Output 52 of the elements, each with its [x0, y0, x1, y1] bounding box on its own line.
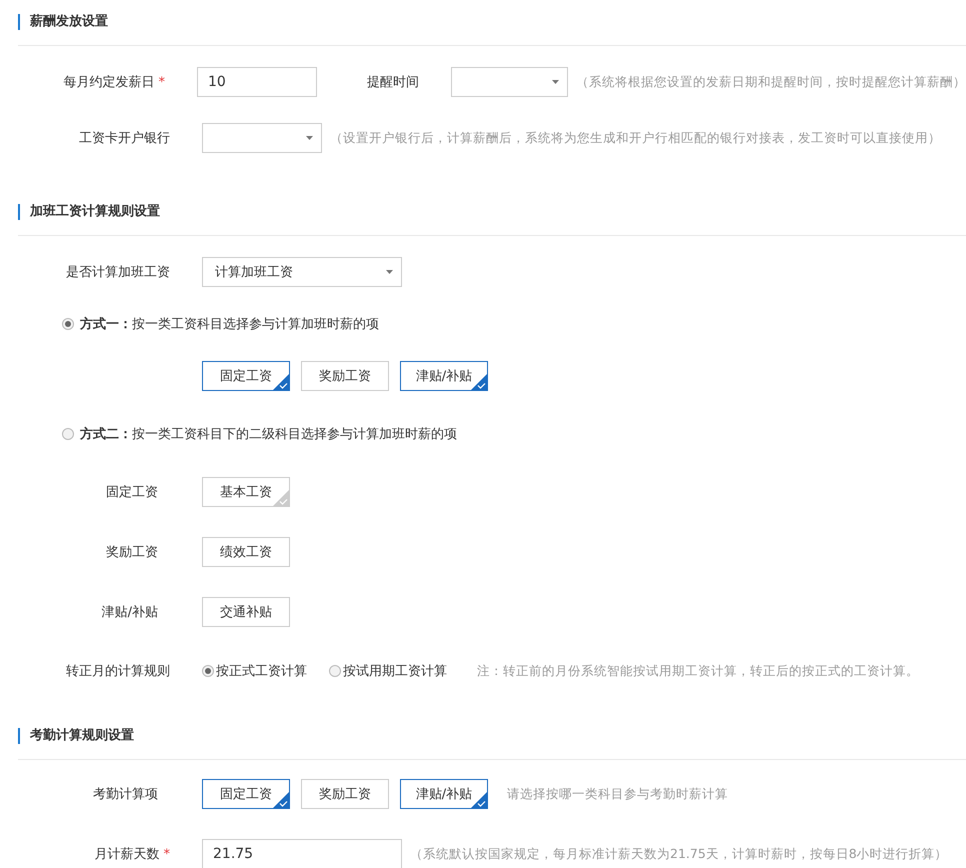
- hint-text: （系统将根据您设置的发薪日期和提醒时间，按时提醒您计算薪酬）: [576, 74, 966, 90]
- radio-label: 按试用期工资计算: [343, 663, 447, 680]
- required-mark: *: [164, 847, 170, 862]
- field-label: 月计薪天数: [94, 847, 160, 862]
- radio-label: 方式一：按一类工资科目选择参与计算加班时薪的项: [80, 316, 379, 333]
- option-tag[interactable]: 交通补贴: [202, 597, 290, 627]
- overtime-select[interactable]: 计算加班工资: [202, 257, 402, 287]
- field-label: 奖励工资: [106, 545, 158, 560]
- option-tag[interactable]: 固定工资: [202, 361, 290, 391]
- remind-time-select[interactable]: [450, 67, 568, 97]
- option-tag[interactable]: 奖励工资: [301, 361, 389, 391]
- field-label: 提醒时间: [366, 75, 419, 90]
- radio-option[interactable]: 按试用期工资计算: [329, 662, 447, 680]
- caret-icon: [306, 136, 313, 140]
- note-text: 注：转正前的月份系统智能按试用期工资计算，转正后的按正式的工资计算。: [477, 662, 919, 680]
- caret-icon: [552, 80, 559, 84]
- checkmark-icon: [273, 490, 289, 506]
- field-label: 转正月的计算规则: [66, 664, 170, 679]
- pay-days-input[interactable]: 21.75: [202, 839, 402, 868]
- hint-text: 请选择按哪一类科目参与考勤时薪计算: [507, 786, 728, 802]
- option-tag[interactable]: 津贴/补贴: [400, 779, 488, 809]
- field-label: 津贴/补贴: [102, 605, 158, 620]
- caret-icon: [386, 270, 393, 274]
- section-title: 薪酬发放设置: [18, 14, 108, 30]
- checkmark-icon: [471, 374, 487, 390]
- radio-button[interactable]: [62, 428, 74, 440]
- radio-button[interactable]: [329, 665, 341, 677]
- checkmark-icon: [273, 792, 289, 808]
- field-label: 工资卡开户银行: [79, 131, 170, 146]
- bank-select[interactable]: [202, 123, 322, 153]
- radio-button[interactable]: [202, 665, 214, 677]
- radio-option[interactable]: 按正式工资计算: [202, 662, 307, 680]
- field-label: 每月约定发薪日: [63, 75, 154, 90]
- field-label: 考勤计算项: [93, 787, 158, 802]
- checkmark-icon: [471, 792, 487, 808]
- option-tag[interactable]: 固定工资: [202, 779, 290, 809]
- section-title: 加班工资计算规则设置: [18, 204, 160, 220]
- radio-button[interactable]: [62, 318, 74, 330]
- checkmark-icon: [273, 374, 289, 390]
- required-mark: *: [158, 75, 165, 90]
- field-label: 固定工资: [106, 485, 158, 500]
- option-tag[interactable]: 绩效工资: [202, 537, 290, 567]
- hint-text: （设置开户银行后，计算薪酬后，系统将为您生成和开户行相匹配的银行对接表，发工资时可以直接使用）: [330, 130, 941, 146]
- field-label: 是否计算加班工资: [66, 265, 170, 280]
- radio-label: 方式二：按一类工资科目下的二级科目选择参与计算加班时薪的项: [80, 426, 457, 443]
- section-title: 考勤计算规则设置: [18, 728, 134, 744]
- radio-label: 按正式工资计算: [216, 663, 307, 680]
- option-tag[interactable]: 奖励工资: [301, 779, 389, 809]
- option-tag[interactable]: 基本工资: [202, 477, 290, 507]
- payday-input[interactable]: 10: [196, 67, 317, 97]
- hint-text: （系统默认按国家规定，每月标准计薪天数为21.75天，计算时薪时，按每日8小时进行折算）: [410, 846, 948, 862]
- option-tag[interactable]: 津贴/补贴: [400, 361, 488, 391]
